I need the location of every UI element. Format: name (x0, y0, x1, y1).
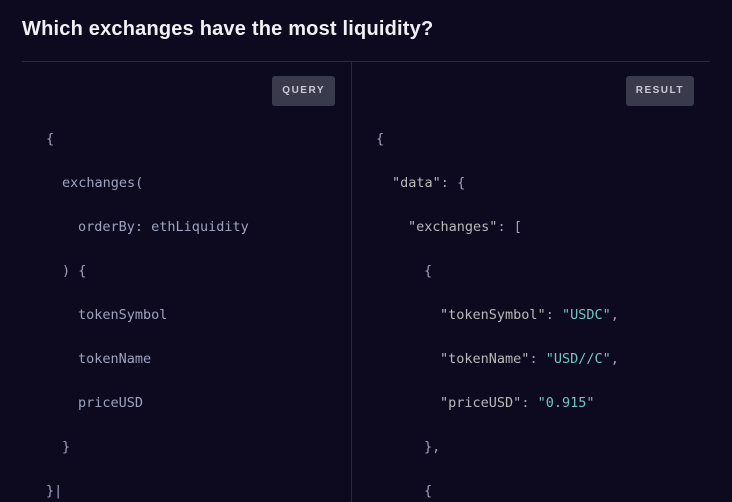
query-root: exchanges (62, 175, 135, 191)
panes: QUERY { exchanges( orderBy: ethLiquidity… (22, 62, 710, 502)
field-val: USDC (570, 307, 603, 323)
result-data-key: data (400, 175, 433, 191)
field-key: tokenSymbol (448, 307, 537, 323)
field-val: 0.915 (546, 395, 587, 411)
result-pane: RESULT { "data": { "exchanges": [ { "tok… (352, 62, 710, 502)
page-title: Which exchanges have the most liquidity? (22, 18, 710, 41)
query-badge: QUERY (272, 76, 335, 106)
result-list-key: exchanges (416, 219, 489, 235)
query-field: tokenName (78, 351, 151, 367)
field-key: priceUSD (448, 395, 513, 411)
query-field: tokenSymbol (78, 307, 167, 323)
result-badge: RESULT (626, 76, 694, 106)
query-arg-val: ethLiquidity (151, 219, 249, 235)
field-key: tokenName (448, 351, 521, 367)
field-val: USD//C (554, 351, 603, 367)
query-field: priceUSD (78, 395, 143, 411)
query-pane[interactable]: QUERY { exchanges( orderBy: ethLiquidity… (22, 62, 352, 502)
cursor: | (54, 483, 62, 499)
query-arg-key: orderBy (78, 219, 135, 235)
